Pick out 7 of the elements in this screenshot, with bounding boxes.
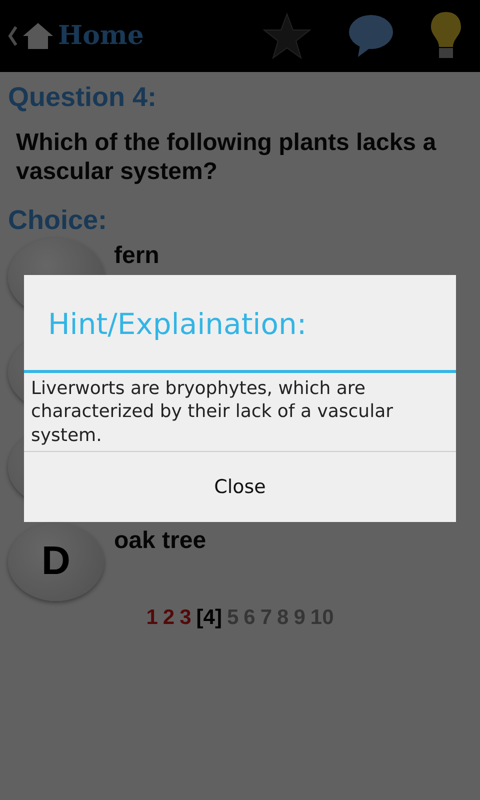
hint-message: Liverworts are bryophytes, which are characterized by their lack of a vascular system.: [24, 373, 456, 452]
question-text: Which of the following plants lacks a vascular system?: [15, 128, 438, 187]
choice-text: fern: [114, 240, 160, 270]
dialog-title: Hint/Explaination:: [24, 275, 456, 373]
question-heading: Question 4:: [8, 82, 158, 113]
choice-heading: Choice:: [8, 204, 108, 236]
choice-text: oak tree: [114, 526, 206, 555]
